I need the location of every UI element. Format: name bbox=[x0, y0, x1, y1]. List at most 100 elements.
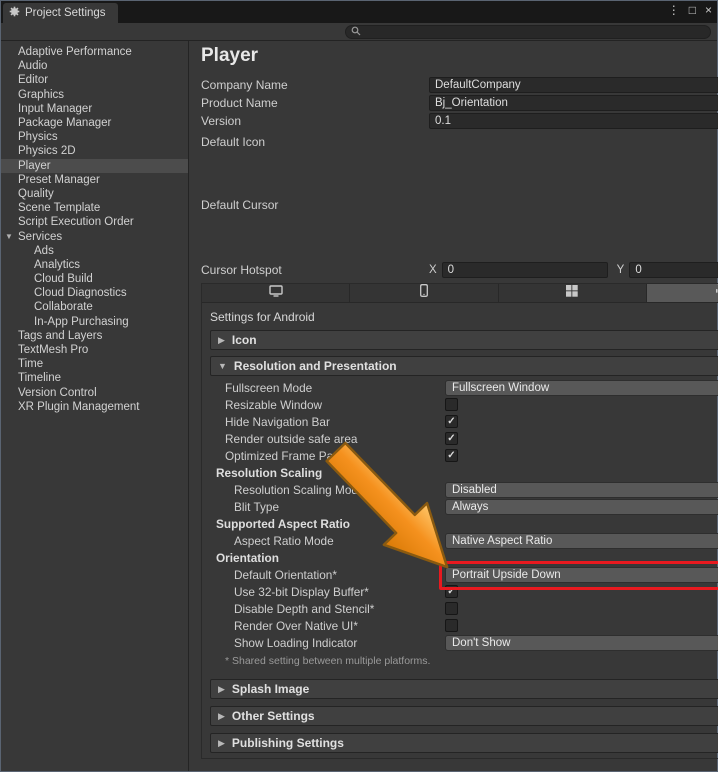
search-field[interactable] bbox=[345, 25, 711, 39]
sidebar-item-quality[interactable]: Quality bbox=[1, 187, 188, 201]
checkmark-icon: ✓ bbox=[447, 585, 456, 597]
setting-label: Blit Type bbox=[234, 499, 280, 514]
checkbox-resizable-window[interactable] bbox=[445, 398, 458, 411]
section-header-publishing-settings[interactable]: ▶ Publishing Settings bbox=[210, 733, 718, 753]
player-form: Company Name Product Name Version Defaul… bbox=[201, 76, 718, 279]
sidebar-item-cloud-diagnostics[interactable]: Cloud Diagnostics bbox=[1, 286, 188, 300]
hotspot-y-input[interactable] bbox=[629, 262, 718, 278]
platform-settings-box: Settings for Android ▶ Icon ▼ Resolution… bbox=[201, 283, 718, 759]
section-title: Resolution and Presentation bbox=[233, 359, 397, 373]
sidebar-item-collaborate[interactable]: Collaborate bbox=[1, 300, 188, 314]
dropdown-fullscreen-mode[interactable]: Fullscreen Window bbox=[445, 379, 718, 396]
search-input[interactable] bbox=[365, 26, 705, 38]
hotspot-x-input[interactable] bbox=[441, 262, 608, 278]
foldout-triangle-icon: ▶ bbox=[218, 334, 225, 345]
sidebar-item-analytics[interactable]: Analytics bbox=[1, 258, 188, 272]
product-name-row: Product Name bbox=[201, 94, 718, 112]
sidebar-item-timeline[interactable]: Timeline bbox=[1, 371, 188, 385]
window-maximize-icon[interactable]: □ bbox=[689, 3, 696, 17]
checkbox-render-outside-safe-area[interactable]: ✓ bbox=[445, 432, 458, 445]
version-input[interactable] bbox=[429, 113, 718, 129]
dropdown-default-orientation[interactable]: Portrait Upside Down bbox=[439, 560, 718, 590]
sidebar-item-time[interactable]: Time bbox=[1, 357, 188, 371]
sidebar-item-physics[interactable]: Physics bbox=[1, 130, 188, 144]
checkbox-hide-navigation-bar[interactable]: ✓ bbox=[445, 415, 458, 428]
sidebar-item-label: Ads bbox=[34, 244, 54, 257]
sidebar-item-tags-and-layers[interactable]: Tags and Layers bbox=[1, 329, 188, 343]
section-header-resolution-and-presentation[interactable]: ▼ Resolution and Presentation bbox=[210, 356, 718, 376]
section-title: Publishing Settings bbox=[231, 736, 344, 750]
window-close-icon[interactable]: × bbox=[705, 3, 712, 17]
section-header-splash-image[interactable]: ▶ Splash Image bbox=[210, 679, 718, 699]
sidebar-item-script-execution-order[interactable]: Script Execution Order bbox=[1, 215, 188, 229]
sidebar-item-graphics[interactable]: Graphics bbox=[1, 88, 188, 102]
product-name-label: Product Name bbox=[201, 96, 278, 110]
sidebar-item-label: Time bbox=[18, 358, 44, 371]
setting-label: Resolution Scaling bbox=[216, 465, 323, 480]
sidebar-item-label: Package Manager bbox=[18, 117, 112, 130]
checkbox-disable-depth-and-stencil[interactable] bbox=[445, 602, 458, 615]
checkbox-render-over-native-ui[interactable] bbox=[445, 619, 458, 632]
sidebar-item-ads[interactable]: Ads bbox=[1, 244, 188, 258]
foldout-triangle-icon: ▼ bbox=[218, 361, 227, 371]
section-header-other-settings[interactable]: ▶ Other Settings bbox=[210, 706, 718, 726]
company-name-input[interactable] bbox=[429, 77, 718, 93]
sidebar-item-label: Player bbox=[18, 159, 51, 172]
settings-for-platform-label: Settings for Android bbox=[210, 310, 315, 324]
sidebar-item-scene-template[interactable]: Scene Template bbox=[1, 201, 188, 215]
sidebar-item-in-app-purchasing[interactable]: In-App Purchasing bbox=[1, 315, 188, 329]
setting-label: Hide Navigation Bar bbox=[225, 414, 330, 429]
windows-icon bbox=[566, 284, 579, 302]
settings-sections: ▶ Icon ▼ Resolution and Presentation Ful… bbox=[210, 330, 718, 753]
sidebar-item-services[interactable]: ▼ Services bbox=[1, 229, 188, 243]
sidebar-item-audio[interactable]: Audio bbox=[1, 59, 188, 73]
dropdown-aspect-ratio-mode[interactable]: Native Aspect Ratio bbox=[445, 532, 718, 549]
dropdown-blit-type[interactable]: Always bbox=[445, 498, 718, 515]
checkmark-icon: ✓ bbox=[447, 449, 456, 461]
resolution-section-rows: Fullscreen Mode Fullscreen Window Resizabl… bbox=[210, 376, 718, 653]
checkbox-use-32-bit-display-buffer[interactable]: ✓ bbox=[445, 585, 458, 598]
checkmark-icon: ✓ bbox=[447, 432, 456, 444]
settings-row-render-outside-safe-area: Render outside safe area ✓ bbox=[210, 430, 718, 447]
sidebar-item-label: Tags and Layers bbox=[18, 329, 103, 342]
sidebar-item-version-control[interactable]: Version Control bbox=[1, 386, 188, 400]
setting-label: Resolution Scaling Mode bbox=[234, 482, 365, 497]
window-titlebar: Project Settings ⋮ □ × bbox=[1, 1, 717, 23]
setting-label: Show Loading Indicator bbox=[234, 635, 358, 650]
sidebar-item-label: Analytics bbox=[34, 258, 81, 271]
main-header: Player ? bbox=[201, 44, 718, 68]
checkbox-optimized-frame-pacing[interactable]: ✓ bbox=[445, 449, 458, 462]
sidebar-item-label: Graphics bbox=[18, 88, 65, 101]
product-name-input[interactable] bbox=[429, 95, 718, 111]
sidebar-item-label: Services bbox=[18, 230, 63, 243]
sidebar-item-xr-plugin-management[interactable]: XR Plugin Management bbox=[1, 400, 188, 414]
sidebar-item-player[interactable]: Player bbox=[1, 158, 188, 173]
platform-tab-android[interactable] bbox=[647, 284, 718, 302]
default-icon-label: Default Icon bbox=[201, 135, 266, 149]
content-area: Adaptive Performance Audio Editor Graphics I… bbox=[1, 41, 718, 771]
settings-row-optimized-frame-pacing: Optimized Frame Pacing ✓ bbox=[210, 447, 718, 464]
section-header-icon[interactable]: ▶ Icon bbox=[210, 330, 718, 350]
sidebar-item-textmesh-pro[interactable]: TextMesh Pro bbox=[1, 343, 188, 357]
sidebar-item-label: Scene Template bbox=[18, 202, 101, 215]
platform-tab-windows[interactable] bbox=[498, 284, 648, 302]
dropdown-value: Disabled bbox=[452, 483, 497, 496]
foldout-triangle-icon[interactable]: ▼ bbox=[5, 232, 13, 241]
window-menu-icon[interactable]: ⋮ bbox=[668, 3, 680, 17]
sidebar-item-package-manager[interactable]: Package Manager bbox=[1, 116, 188, 130]
checkmark-icon: ✓ bbox=[447, 415, 456, 427]
sidebar-item-cloud-build[interactable]: Cloud Build bbox=[1, 272, 188, 286]
sidebar-item-physics-2d[interactable]: Physics 2D bbox=[1, 144, 188, 158]
platform-tab-standalone[interactable] bbox=[202, 284, 351, 302]
sidebar-item-input-manager[interactable]: Input Manager bbox=[1, 102, 188, 116]
dropdown-resolution-scaling-mode[interactable]: Disabled bbox=[445, 481, 718, 498]
sidebar-item-preset-manager[interactable]: Preset Manager bbox=[1, 173, 188, 187]
sidebar-item-editor[interactable]: Editor bbox=[1, 73, 188, 87]
dropdown-show-loading-indicator[interactable]: Don't Show bbox=[445, 634, 718, 651]
shared-setting-footnote: * Shared setting between multiple platfo… bbox=[225, 655, 431, 667]
platform-tab-ios[interactable] bbox=[350, 284, 499, 302]
sidebar-item-adaptive-performance[interactable]: Adaptive Performance bbox=[1, 45, 188, 59]
player-settings-panel: Player ? bbox=[189, 41, 718, 771]
project-settings-tab[interactable]: Project Settings bbox=[3, 3, 118, 23]
sidebar-item-label: Input Manager bbox=[18, 102, 93, 115]
